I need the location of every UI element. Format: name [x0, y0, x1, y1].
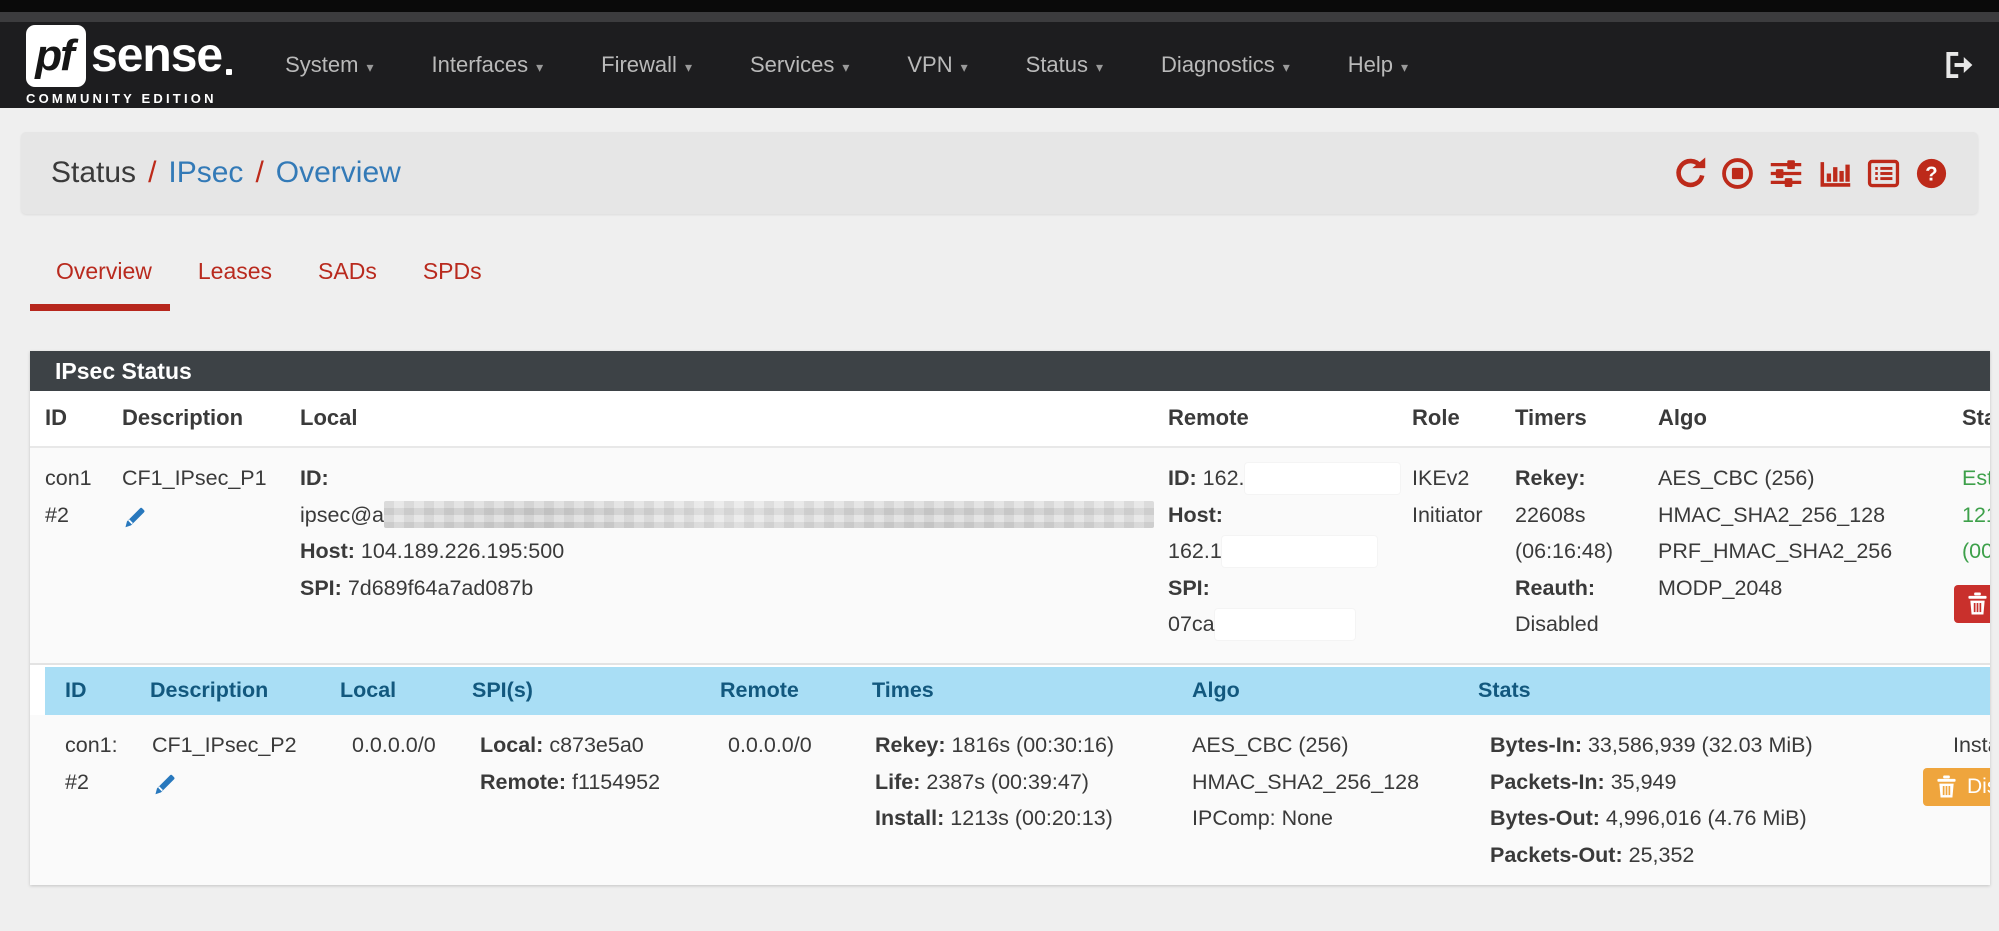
logo-edition-text: COMMUNITY EDITION — [26, 91, 222, 106]
edit-pencil-icon[interactable] — [122, 502, 267, 544]
breadcrumb-link-ipsec[interactable]: IPsec — [168, 156, 243, 189]
child-remote-cell: 0.0.0.0/0 — [728, 727, 812, 764]
child-table-header: ID Description Local SPI(s) Remote Times… — [45, 667, 1990, 715]
child-sa-table: ID Description Local SPI(s) Remote Times… — [30, 663, 1990, 885]
redacted-box — [1215, 609, 1355, 640]
breadcrumb-separator: / — [148, 156, 156, 189]
chevron-down-icon: ▾ — [1401, 59, 1408, 75]
col-stats: Stats — [1478, 678, 1531, 703]
redacted-box — [1222, 536, 1377, 567]
redacted-box — [1245, 463, 1400, 494]
menu-item-diagnostics[interactable]: Diagnostics▾ — [1132, 52, 1319, 78]
ike-sa-table: ID Description Local Remote Role Timers … — [30, 391, 1990, 885]
panel-title: IPsec Status — [30, 351, 1990, 391]
ike-algo-cell: AES_CBC (256) HMAC_SHA2_256_128 PRF_HMAC… — [1658, 460, 1892, 606]
ike-status-cell: Establ 1213 s (00:20 Disconnect — [1962, 460, 1990, 627]
log-view-icon[interactable] — [1867, 157, 1900, 190]
menu-item-services[interactable]: Services▾ — [721, 52, 878, 78]
child-algo-cell: AES_CBC (256) HMAC_SHA2_256_128 IPComp: … — [1192, 727, 1419, 837]
breadcrumb-bar: Status / IPsec / Overview ? — [21, 132, 1978, 214]
breadcrumb-separator: / — [255, 156, 263, 189]
refresh-icon[interactable] — [1673, 157, 1706, 190]
menu-item-status[interactable]: Status▾ — [997, 52, 1132, 78]
child-state-cell: Installed Disconnect — [1923, 727, 1990, 810]
menu-item-help[interactable]: Help▾ — [1319, 52, 1437, 78]
col-role: Role — [1412, 405, 1460, 431]
col-spis: SPI(s) — [472, 678, 533, 703]
ike-table-header: ID Description Local Remote Role Timers … — [30, 391, 1990, 448]
tab-overview[interactable]: Overview — [30, 258, 175, 311]
logo-pf-text: pf — [35, 31, 77, 81]
child-id-cell: con1: #2 — [65, 727, 118, 800]
pf-logo-box: pf — [26, 25, 86, 87]
child-times-cell: Rekey: 1816s (00:30:16) Life: 2387s (00:… — [875, 727, 1114, 837]
table-row: con1: #2 CF1_IPsec_P2 0.0.0.0/0 Local: c… — [30, 715, 1990, 885]
pfsense-logo[interactable]: pf sense COMMUNITY EDITION — [26, 25, 222, 106]
col-algo: Algo — [1658, 405, 1707, 431]
redacted-blur — [384, 501, 1154, 528]
table-row: con1 #2 CF1_IPsec_P1 ID: ipsec@a Host: 1… — [30, 448, 1990, 663]
col-remote: Remote — [1168, 405, 1249, 431]
col-algo: Algo — [1192, 678, 1240, 703]
ike-id-cell: con1 #2 — [45, 460, 92, 533]
chevron-down-icon: ▾ — [1096, 59, 1103, 75]
breadcrumb: Status / IPsec / Overview — [51, 156, 401, 190]
chevron-down-icon: ▾ — [366, 59, 373, 75]
col-remote: Remote — [720, 678, 799, 703]
ipsec-status-panel: IPsec Status ID Description Local Remote… — [30, 351, 1990, 885]
breadcrumb-section: Status — [51, 156, 136, 189]
child-description-cell: CF1_IPsec_P2 — [152, 727, 297, 810]
status-text: Establ — [1962, 460, 1990, 497]
col-status: Status — [1962, 405, 1990, 431]
col-local: Local — [300, 405, 357, 431]
ike-description-cell: CF1_IPsec_P1 — [122, 460, 267, 543]
menu-item-system[interactable]: System▾ — [256, 52, 402, 78]
menu-item-interfaces[interactable]: Interfaces▾ — [403, 52, 573, 78]
main-menu: System▾ Interfaces▾ Firewall▾ Services▾ … — [256, 52, 1437, 78]
menu-item-vpn[interactable]: VPN▾ — [878, 52, 996, 78]
state-text: Installed — [1953, 727, 1990, 764]
chevron-down-icon: ▾ — [842, 59, 849, 75]
child-spis-cell: Local: c873e5a0 Remote: f1154952 — [480, 727, 660, 800]
help-icon[interactable]: ? — [1915, 157, 1948, 190]
logo-sense-text: sense — [91, 28, 222, 83]
tab-sads[interactable]: SADs — [295, 258, 400, 311]
col-description: Description — [150, 678, 268, 703]
tab-leases[interactable]: Leases — [175, 258, 295, 311]
chevron-down-icon: ▾ — [961, 59, 968, 75]
svg-text:?: ? — [1925, 163, 1937, 185]
ike-role-cell: IKEv2 Initiator — [1412, 460, 1483, 533]
col-id: ID — [65, 678, 87, 703]
page-action-icons: ? — [1673, 157, 1948, 190]
chevron-down-icon: ▾ — [536, 59, 543, 75]
child-local-cell: 0.0.0.0/0 — [352, 727, 436, 764]
ike-timers-cell: Rekey: 22608s (06:16:48) Reauth: Disable… — [1515, 460, 1613, 643]
col-times: Times — [872, 678, 934, 703]
top-navbar: pf sense COMMUNITY EDITION System▾ Inter… — [0, 22, 1999, 108]
ipsec-tabs: Overview Leases SADs SPDs — [30, 258, 1999, 311]
ike-remote-cell: ID: 162. Host: 162.1 SPI: 07ca — [1168, 460, 1400, 643]
disconnect-button[interactable]: Disconnect — [1954, 585, 1990, 623]
col-description: Description — [122, 405, 243, 431]
window-chrome-strip-2 — [0, 12, 1999, 22]
sign-out-icon[interactable] — [1941, 49, 1973, 81]
graph-icon[interactable] — [1818, 157, 1852, 190]
breadcrumb-link-overview[interactable]: Overview — [276, 156, 401, 189]
col-id: ID — [45, 405, 67, 431]
col-local: Local — [340, 678, 396, 703]
col-timers: Timers — [1515, 405, 1587, 431]
edit-pencil-icon[interactable] — [152, 769, 297, 811]
window-chrome-strip — [0, 0, 1999, 12]
chevron-down-icon: ▾ — [685, 59, 692, 75]
child-stats-cell: Bytes-In: 33,586,939 (32.03 MiB) Packets… — [1490, 727, 1813, 873]
menu-item-firewall[interactable]: Firewall▾ — [572, 52, 721, 78]
ike-local-cell: ID: ipsec@a Host: 104.189.226.195:500 SP… — [300, 460, 1154, 606]
disconnect-button[interactable]: Disconnect — [1923, 768, 1990, 806]
chevron-down-icon: ▾ — [1283, 59, 1290, 75]
tab-spds[interactable]: SPDs — [400, 258, 505, 311]
stop-icon[interactable] — [1721, 157, 1754, 190]
settings-sliders-icon[interactable] — [1769, 157, 1803, 190]
